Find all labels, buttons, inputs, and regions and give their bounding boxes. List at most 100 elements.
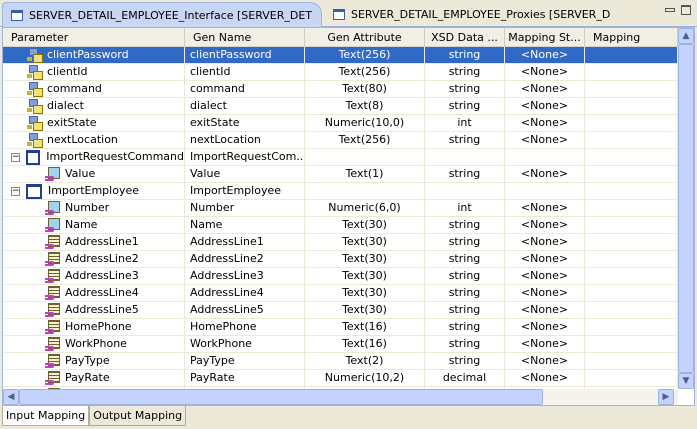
table-row[interactable]: AddressLine5 AddressLine5 Text(30) string <N… — [3, 302, 678, 319]
mapping-status-cell[interactable]: <None> — [505, 370, 585, 386]
table-row[interactable]: HomePhone HomePhone Text(16) string <None> — [3, 319, 678, 336]
gen-attribute-cell: Text(16) — [305, 319, 425, 335]
table-row[interactable]: PayType PayType Text(2) string <None> — [3, 353, 678, 370]
mapping-cell[interactable] — [585, 183, 678, 199]
collapse-icon[interactable]: − — [11, 152, 20, 162]
parameter-cell: − ImportRequestCommand — [3, 149, 185, 165]
table-row[interactable]: Name Name Text(30) string <None> — [3, 217, 678, 234]
mapping-status-cell[interactable]: <None> — [505, 336, 585, 352]
tab-proxies[interactable]: SERVER_DETAIL_EMPLOYEE_Proxies [SERVER_D… — [325, 2, 610, 27]
parameter-name: ImportRequestCommand — [46, 150, 184, 163]
mapping-status-cell[interactable] — [505, 183, 585, 199]
mapping-status-cell[interactable] — [505, 149, 585, 165]
mapping-status-cell[interactable]: <None> — [505, 234, 585, 250]
mapping-cell[interactable] — [585, 47, 678, 63]
collapse-icon[interactable]: − — [11, 186, 20, 196]
mapping-cell[interactable] — [585, 336, 678, 352]
mapping-cell[interactable] — [585, 166, 678, 182]
scroll-right-icon[interactable]: ▶ — [658, 389, 674, 405]
table-row[interactable]: − ImportEmployee ImportEmployee — [3, 183, 678, 200]
parameter-cell: PayType — [3, 353, 185, 369]
mapping-cell[interactable] — [585, 64, 678, 80]
mapping-status-cell[interactable]: <None> — [505, 132, 585, 148]
parameter-cell: WorkPhone — [3, 336, 185, 352]
mapping-cell[interactable] — [585, 217, 678, 233]
column-header-gen-attribute[interactable]: Gen Attribute — [305, 28, 425, 47]
column-header-mapping-status[interactable]: Mapping St... — [505, 28, 585, 47]
mapping-cell[interactable] — [585, 353, 678, 369]
mapping-cell[interactable] — [585, 319, 678, 335]
column-header-parameter[interactable]: Parameter — [3, 28, 185, 47]
mapping-status-cell[interactable]: <None> — [505, 115, 585, 131]
table-row[interactable]: AddressLine1 AddressLine1 Text(30) string <N… — [3, 234, 678, 251]
scroll-left-icon[interactable]: ◀ — [3, 389, 19, 405]
bottom-tabs: Input Mapping Output Mapping — [2, 406, 187, 426]
column-header-gen-name[interactable]: Gen Name — [185, 28, 305, 47]
mapping-cell[interactable] — [585, 200, 678, 216]
mapping-status-cell[interactable]: <None> — [505, 200, 585, 216]
scroll-down-icon[interactable]: ▼ — [678, 373, 694, 389]
column-header-xsd-data[interactable]: XSD Data ... — [425, 28, 505, 47]
table-row[interactable]: AddressLine2 AddressLine2 Text(30) string <N… — [3, 251, 678, 268]
mapping-status-cell[interactable]: <None> — [505, 268, 585, 284]
xsd-type-cell — [425, 149, 505, 165]
mapping-status-cell[interactable]: <None> — [505, 217, 585, 233]
mapping-cell[interactable] — [585, 115, 678, 131]
table-row[interactable]: exitState exitState Numeric(10,0) int <None> — [3, 115, 678, 132]
maximize-icon[interactable] — [681, 5, 691, 15]
mapping-status-cell[interactable]: <None> — [505, 64, 585, 80]
mapping-status-cell[interactable]: <None> — [505, 251, 585, 267]
scroll-up-icon[interactable]: ▲ — [678, 28, 694, 44]
horizontal-scrollbar[interactable]: ◀ ▶ — [3, 389, 678, 405]
vertical-scrollbar[interactable]: ▲ ▼ — [678, 28, 694, 389]
mapping-status-cell[interactable]: <None> — [505, 166, 585, 182]
table-row[interactable]: − ImportRequestCommand ImportRequestCom... — [3, 149, 678, 166]
mapping-cell[interactable] — [585, 132, 678, 148]
attribute-icon — [45, 285, 61, 301]
close-icon[interactable]: ✕ — [320, 8, 321, 22]
table-row[interactable]: command command Text(80) string <None> — [3, 81, 678, 98]
mapping-table: Parameter Gen Name Gen Attribute XSD Dat… — [2, 27, 695, 406]
vertical-scroll-thumb[interactable] — [678, 44, 694, 373]
mapping-status-cell[interactable]: <None> — [505, 353, 585, 369]
column-header-mapping[interactable]: Mapping — [585, 28, 678, 47]
minimize-icon[interactable] — [665, 8, 675, 12]
mapping-cell[interactable] — [585, 302, 678, 318]
horizontal-scroll-thumb[interactable] — [19, 389, 543, 405]
mapping-status-cell[interactable]: <None> — [505, 302, 585, 318]
gen-attribute-cell: Text(8) — [305, 98, 425, 114]
parameter-name: command — [47, 82, 102, 95]
tab-interface[interactable]: SERVER_DETAIL_EMPLOYEE_Interface [SERVER… — [2, 2, 322, 27]
table-row[interactable]: AddressLine3 AddressLine3 Text(30) string <N… — [3, 268, 678, 285]
tab-input-mapping[interactable]: Input Mapping — [2, 406, 90, 426]
mapping-cell[interactable] — [585, 268, 678, 284]
gen-name-cell: command — [185, 81, 305, 97]
table-row[interactable]: nextLocation nextLocation Text(256) string <… — [3, 132, 678, 149]
table-row[interactable]: WorkPhone WorkPhone Text(16) string <None> — [3, 336, 678, 353]
mapping-status-cell[interactable]: <None> — [505, 81, 585, 97]
gen-attribute-cell: Text(2) — [305, 353, 425, 369]
mapping-cell[interactable] — [585, 234, 678, 250]
mapping-status-cell[interactable]: <None> — [505, 98, 585, 114]
gen-attribute-cell: Text(30) — [305, 285, 425, 301]
parameter-name: AddressLine1 — [65, 235, 139, 248]
xsd-type-cell: decimal — [425, 370, 505, 386]
mapping-cell[interactable] — [585, 370, 678, 386]
table-row[interactable]: PayRate PayRate Numeric(10,2) decimal <None> — [3, 370, 678, 387]
gen-attribute-cell: Text(30) — [305, 302, 425, 318]
table-row[interactable]: dialect dialect Text(8) string <None> — [3, 98, 678, 115]
table-row[interactable]: clientPassword clientPassword Text(256) str… — [3, 47, 678, 64]
table-row[interactable]: Value Value Text(1) string <None> — [3, 166, 678, 183]
tab-output-mapping[interactable]: Output Mapping — [89, 406, 187, 426]
mapping-cell[interactable] — [585, 285, 678, 301]
mapping-cell[interactable] — [585, 98, 678, 114]
mapping-status-cell[interactable]: <None> — [505, 319, 585, 335]
table-row[interactable]: Number Number Numeric(6,0) int <None> — [3, 200, 678, 217]
mapping-status-cell[interactable]: <None> — [505, 285, 585, 301]
table-row[interactable]: clientId clientId Text(256) string <None> — [3, 64, 678, 81]
mapping-cell[interactable] — [585, 251, 678, 267]
mapping-status-cell[interactable]: <None> — [505, 47, 585, 63]
mapping-cell[interactable] — [585, 81, 678, 97]
mapping-cell[interactable] — [585, 149, 678, 165]
table-row[interactable]: AddressLine4 AddressLine4 Text(30) string <N… — [3, 285, 678, 302]
